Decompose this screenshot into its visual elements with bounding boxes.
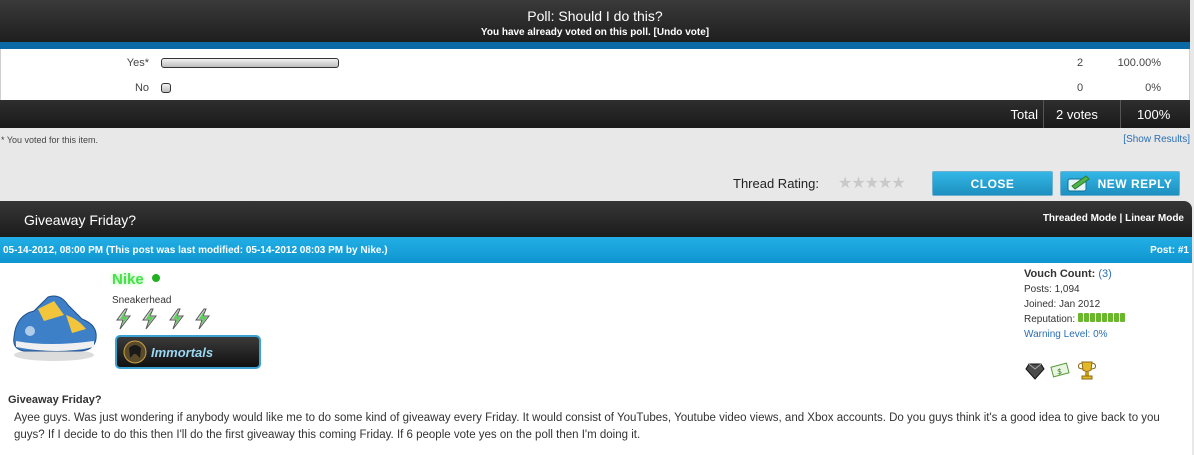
new-reply-label: NEW REPLY (1097, 177, 1173, 191)
post-meta-bar: 05-14-2012, 08:00 PM (This post was last… (0, 237, 1192, 263)
close-button[interactable]: CLOSE (932, 171, 1053, 196)
reputation-pip (1119, 313, 1125, 322)
group-badge: Immortals (115, 335, 261, 369)
reputation-pips (1077, 312, 1126, 327)
poll-option-yes: Yes* 2 100.00% (1, 53, 1191, 73)
awards: $ (1025, 360, 1098, 385)
mode-separator: | (1119, 213, 1123, 224)
join-date: Joined: Jan 2012 (1024, 299, 1101, 310)
vouch-label: Vouch Count: (1024, 268, 1096, 280)
poll-option-votes: 0 (1077, 82, 1084, 94)
reputation-pip (1089, 313, 1095, 322)
money-hand-icon[interactable]: $ (1049, 362, 1071, 380)
thread-title: Giveaway Friday? (24, 212, 137, 228)
rank-icons (114, 308, 215, 335)
reputation[interactable]: Reputation: (1024, 312, 1126, 327)
author-name[interactable]: Nike (112, 271, 144, 288)
poll-total-row: Total 2 votes 100% (0, 100, 1190, 128)
trophy-icon[interactable] (1076, 360, 1098, 380)
linear-mode-link[interactable]: Linear Mode (1125, 213, 1184, 224)
author-title: Sneakerhead (112, 295, 172, 306)
diamond-icon[interactable] (1025, 362, 1045, 380)
poll-total-label: Total (1010, 107, 1038, 122)
divider (1043, 100, 1044, 128)
reputation-label: Reputation: (1024, 314, 1076, 326)
reputation-pip (1107, 313, 1113, 322)
poll-header: Poll: Should I do this? You have already… (0, 0, 1190, 42)
new-reply-button[interactable]: NEW REPLY (1060, 171, 1180, 196)
thread-rating-label: Thread Rating: (733, 176, 819, 191)
vouch-count-link[interactable]: (3) (1098, 268, 1111, 280)
warning-level-link[interactable]: Warning Level: 0% (1024, 327, 1126, 342)
poll-voted-notice[interactable]: You have already voted on this poll. [Un… (0, 27, 1190, 38)
vouch-count: Vouch Count: (3) (1024, 267, 1126, 282)
post-number-link[interactable]: Post: #1 (1150, 245, 1189, 256)
poll-results: Yes* 2 100.00% No 0 0% (0, 49, 1190, 100)
thread-header: Giveaway Friday? Threaded Mode | Linear … (0, 201, 1192, 237)
reputation-pip (1113, 313, 1119, 322)
poll-option-bar (161, 83, 171, 93)
svg-text:$: $ (1057, 367, 1062, 376)
online-status-icon (152, 274, 160, 282)
poll-option-label: Yes* (126, 57, 149, 69)
poll-option-percent: 100.00% (1117, 57, 1161, 69)
reputation-pip (1101, 313, 1107, 322)
thread-rating-stars[interactable]: ★★★★★ (838, 173, 906, 193)
post-message: Ayee guys. Was just wondering if anybody… (14, 412, 1160, 441)
lightning-icon (116, 308, 132, 330)
lightning-icon (142, 308, 158, 330)
reputation-pip (1095, 313, 1101, 322)
poll-option-no: No 0 0% (1, 78, 1191, 98)
post-count: Posts: 1,094 (1024, 284, 1080, 295)
show-results-link[interactable]: [Show Results] (1123, 134, 1190, 145)
poll-option-votes: 2 (1077, 57, 1084, 69)
view-modes: Threaded Mode | Linear Mode (1043, 213, 1184, 224)
poll-option-percent: 0% (1145, 82, 1161, 94)
poll-title: Poll: Should I do this? (527, 8, 663, 24)
group-name: Immortals (151, 345, 214, 360)
post-subject: Giveaway Friday? (8, 394, 102, 406)
poll-stripe (0, 42, 1190, 49)
reply-pencil-icon (1067, 175, 1090, 192)
divider (1120, 100, 1121, 128)
reputation-pip (1077, 313, 1083, 322)
post-body: Nike Sneakerhead Immortals Vouch Count: … (0, 263, 1192, 455)
reputation-pip (1083, 313, 1089, 322)
poll-total-percent: 100% (1137, 107, 1171, 122)
poll-option-bar (161, 58, 339, 68)
lightning-icon (195, 308, 211, 330)
post-date: 05-14-2012, 08:00 PM (This post was last… (3, 245, 388, 256)
author-stats: Vouch Count: (3) Posts: 1,094 Joined: Ja… (1024, 267, 1126, 342)
poll-option-label: No (134, 82, 149, 94)
helmet-icon (123, 340, 147, 364)
avatar[interactable] (8, 275, 100, 367)
lightning-icon (168, 308, 184, 330)
poll-total-votes: 2 votes (1056, 107, 1098, 122)
poll-vote-note: * You voted for this item. (1, 135, 99, 145)
threaded-mode-link[interactable]: Threaded Mode (1043, 213, 1117, 224)
